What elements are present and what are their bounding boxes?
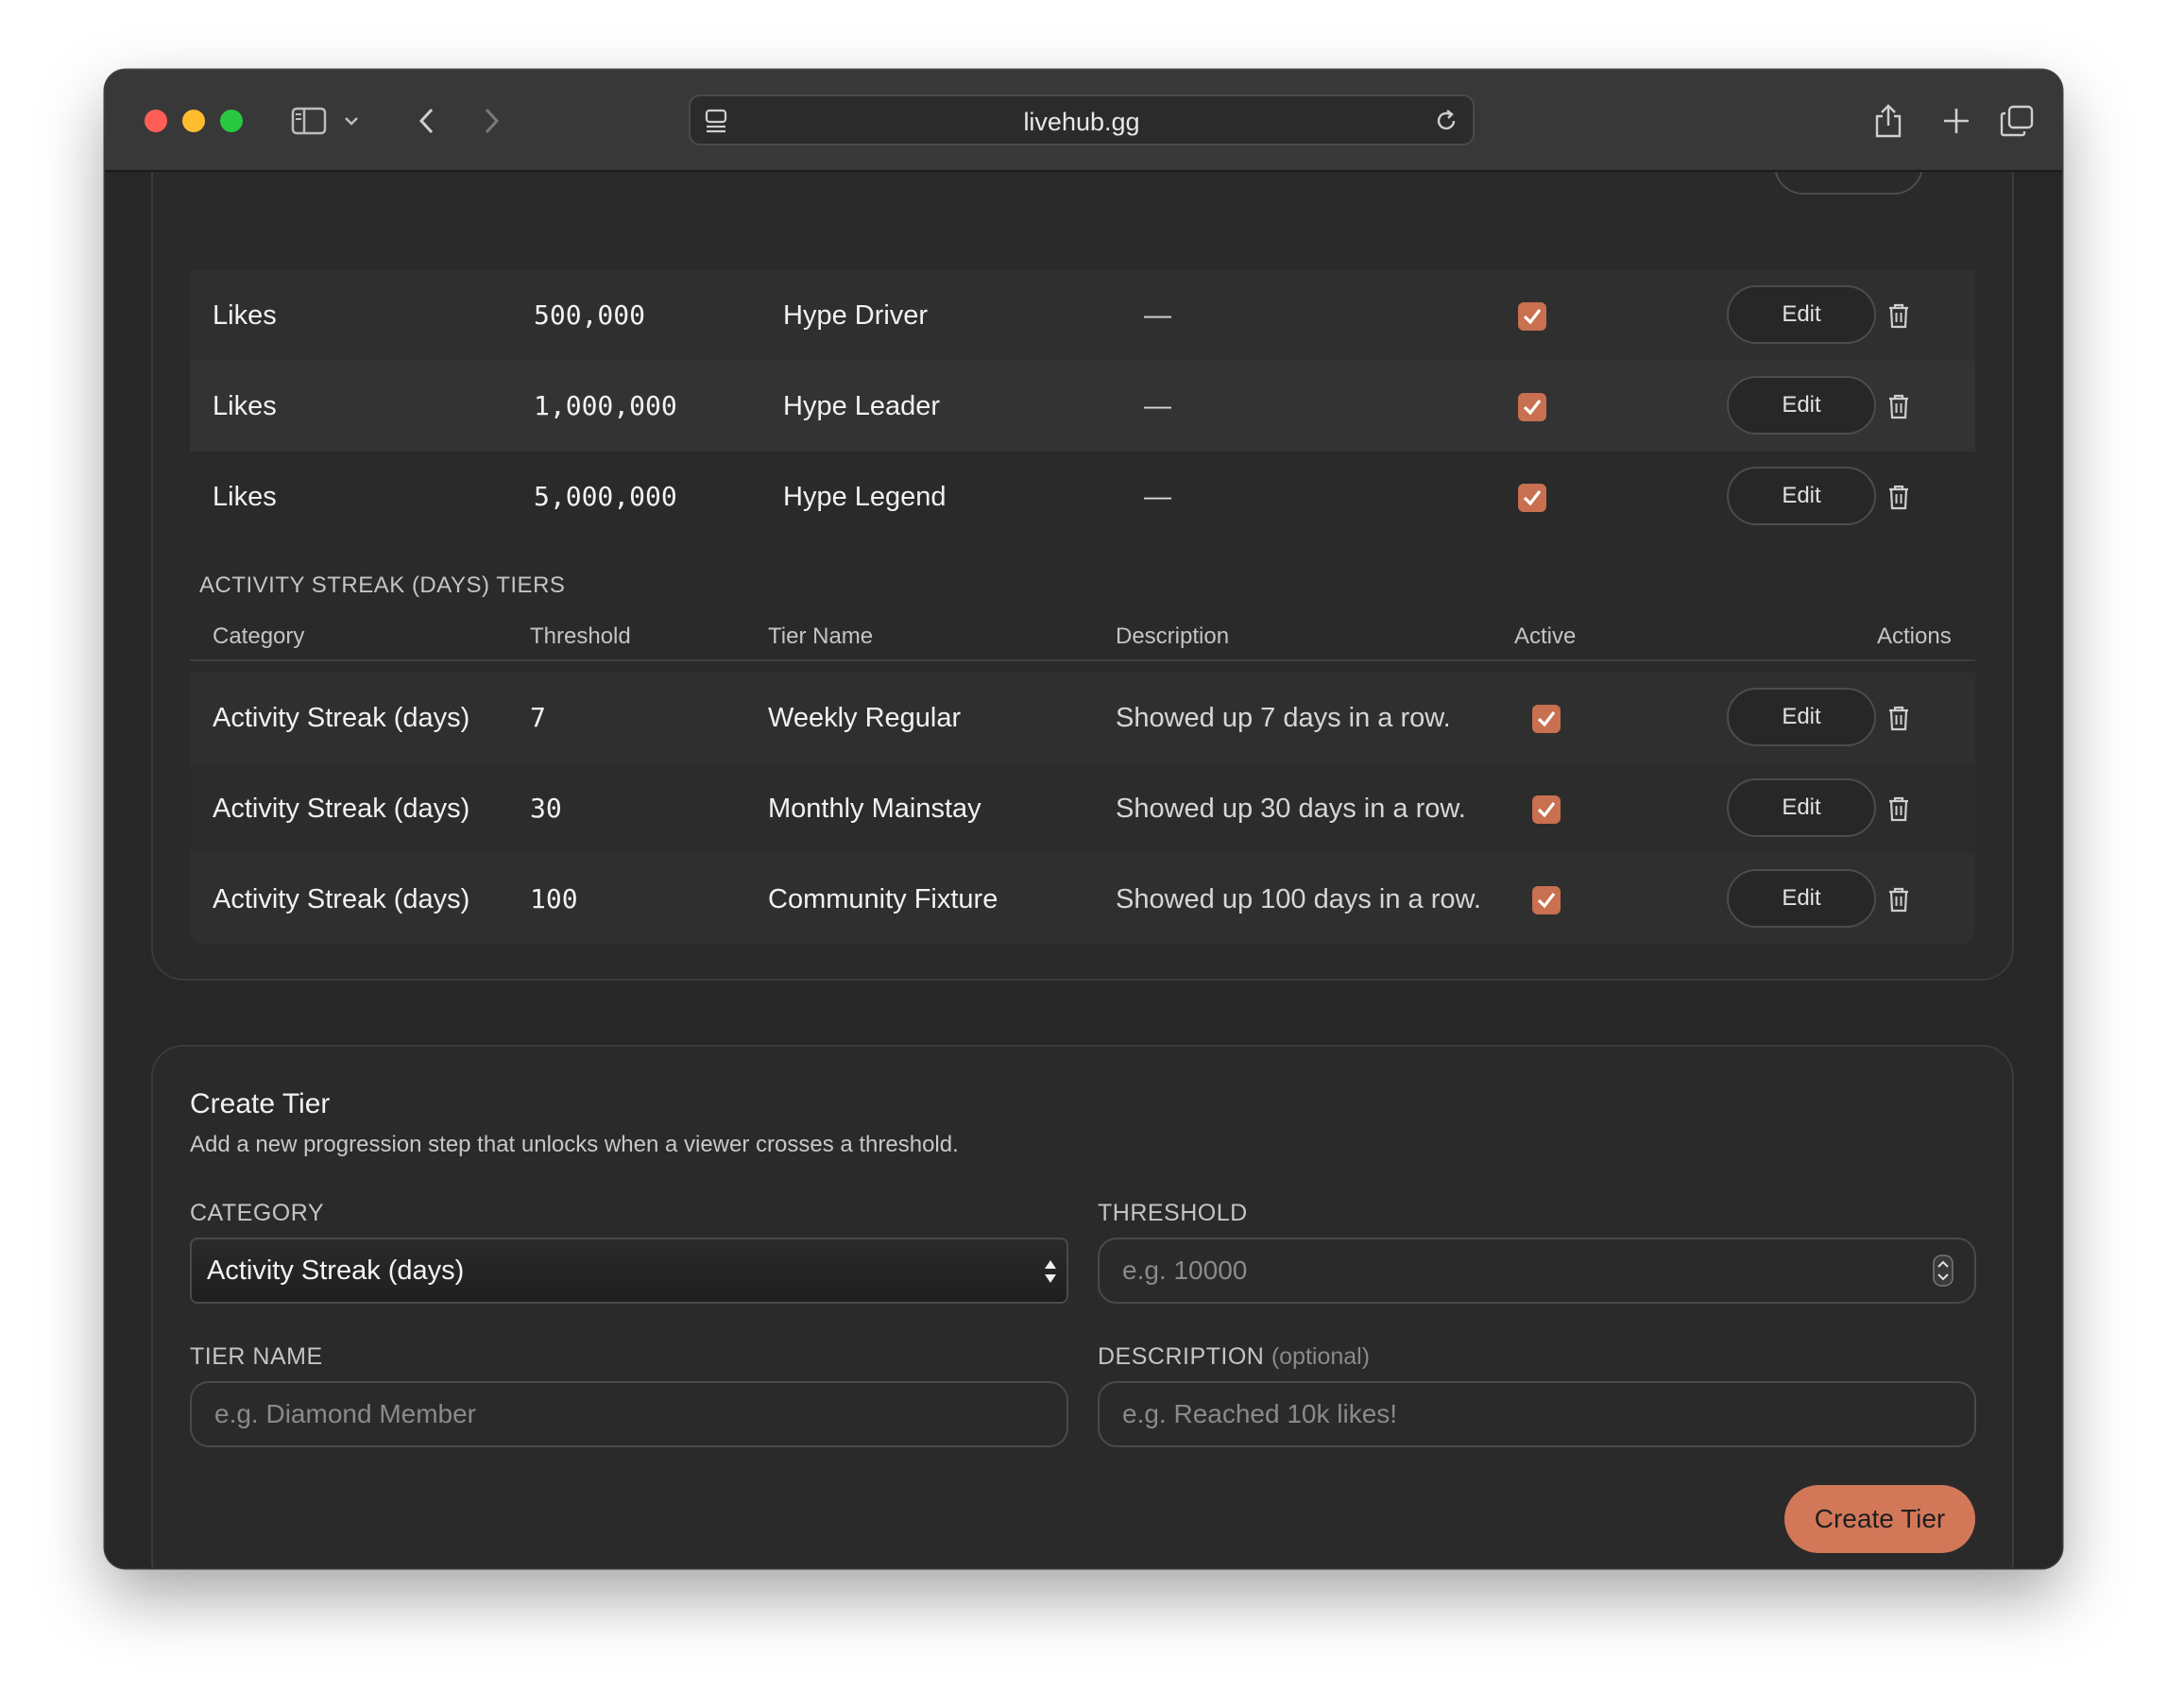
threshold-cell: 30 bbox=[530, 793, 562, 824]
close-window-button[interactable] bbox=[145, 110, 167, 132]
url-text: livehub.gg bbox=[1023, 108, 1140, 136]
tier-name-cell: Hype Driver bbox=[783, 300, 929, 331]
select-arrows-icon bbox=[1044, 1258, 1057, 1290]
trash-icon[interactable] bbox=[1885, 300, 1913, 331]
description-cell: Showed up 7 days in a row. bbox=[1116, 703, 1451, 733]
threshold-cell: 1,000,000 bbox=[534, 390, 677, 421]
active-checkbox[interactable] bbox=[1518, 302, 1546, 331]
trash-icon[interactable] bbox=[1885, 703, 1913, 733]
section-title: ACTIVITY STREAK (DAYS) TIERS bbox=[199, 572, 566, 598]
threshold-cell: 500,000 bbox=[534, 299, 646, 331]
page-content: Likes 500,000 Hype Driver — Edit Likes 1… bbox=[105, 172, 2062, 1568]
threshold-cell: 7 bbox=[530, 702, 546, 733]
header-category: Category bbox=[213, 623, 305, 649]
header-active: Active bbox=[1514, 623, 1577, 649]
tier-name-label: TIER NAME bbox=[190, 1343, 323, 1370]
edit-button[interactable]: Edit bbox=[1727, 869, 1876, 928]
browser-window: livehub.gg Likes 500,000 Hype Driver — E… bbox=[105, 70, 2062, 1568]
description-cell: Showed up 30 days in a row. bbox=[1116, 794, 1466, 824]
tier-name-cell: Hype Leader bbox=[783, 391, 941, 421]
threshold-cell: 5,000,000 bbox=[534, 481, 677, 512]
stepper-icon[interactable] bbox=[1933, 1255, 1954, 1291]
threshold-label: THRESHOLD bbox=[1098, 1200, 1248, 1226]
minimize-window-button[interactable] bbox=[182, 110, 205, 132]
category-select[interactable]: Activity Streak (days) bbox=[190, 1238, 1068, 1304]
trash-icon[interactable] bbox=[1885, 482, 1913, 512]
category-cell: Likes bbox=[213, 300, 277, 331]
table-row: Likes 5,000,000 Hype Legend — Edit bbox=[190, 452, 1975, 542]
browser-toolbar: livehub.gg bbox=[105, 70, 2062, 172]
description-input[interactable]: e.g. Reached 10k likes! bbox=[1098, 1381, 1976, 1447]
description-cell: — bbox=[1144, 391, 1171, 421]
description-label-text: DESCRIPTION bbox=[1098, 1343, 1265, 1370]
tier-name-cell: Weekly Regular bbox=[768, 703, 962, 733]
chevron-down-icon[interactable] bbox=[337, 98, 366, 144]
active-checkbox[interactable] bbox=[1532, 886, 1561, 914]
trash-icon[interactable] bbox=[1885, 391, 1913, 421]
category-select-value: Activity Streak (days) bbox=[207, 1255, 465, 1286]
active-checkbox[interactable] bbox=[1518, 393, 1546, 421]
sidebar-toggle-icon[interactable] bbox=[286, 98, 332, 144]
active-checkbox[interactable] bbox=[1518, 484, 1546, 512]
tab-overview-icon[interactable] bbox=[1994, 98, 2039, 144]
category-cell: Activity Streak (days) bbox=[213, 794, 470, 824]
description-label: DESCRIPTION (optional) bbox=[1098, 1343, 1370, 1371]
category-cell: Likes bbox=[213, 391, 277, 421]
edit-button[interactable]: Edit bbox=[1727, 285, 1876, 344]
trash-icon[interactable] bbox=[1885, 884, 1913, 914]
create-tier-button[interactable]: Create Tier bbox=[1784, 1485, 1975, 1553]
header-threshold: Threshold bbox=[530, 623, 631, 649]
table-row: Activity Streak (days) 7 Weekly Regular … bbox=[190, 673, 1975, 763]
active-checkbox[interactable] bbox=[1532, 705, 1561, 733]
back-icon[interactable] bbox=[403, 98, 449, 144]
new-tab-icon[interactable] bbox=[1934, 98, 1979, 144]
table-row: Activity Streak (days) 30 Monthly Mainst… bbox=[190, 763, 1975, 854]
table-row: Likes 500,000 Hype Driver — Edit bbox=[190, 270, 1975, 361]
zoom-window-button[interactable] bbox=[220, 110, 243, 132]
edit-button[interactable]: Edit bbox=[1727, 688, 1876, 746]
clipped-edit-button[interactable] bbox=[1774, 172, 1923, 195]
forward-icon[interactable] bbox=[469, 98, 515, 144]
category-cell: Activity Streak (days) bbox=[213, 703, 470, 733]
header-actions: Actions bbox=[1877, 623, 1952, 649]
table-header: Category Threshold Tier Name Description… bbox=[190, 606, 1975, 661]
share-icon[interactable] bbox=[1866, 98, 1911, 144]
threshold-placeholder: e.g. 10000 bbox=[1122, 1255, 1248, 1285]
category-cell: Likes bbox=[213, 482, 277, 512]
create-tier-card bbox=[151, 1045, 2014, 1568]
create-tier-subtitle: Add a new progression step that unlocks … bbox=[190, 1132, 959, 1157]
trash-icon[interactable] bbox=[1885, 794, 1913, 824]
tier-name-cell: Community Fixture bbox=[768, 884, 998, 914]
edit-button[interactable]: Edit bbox=[1727, 778, 1876, 837]
reload-icon[interactable] bbox=[1433, 108, 1459, 139]
table-row: Activity Streak (days) 100 Community Fix… bbox=[190, 854, 1975, 945]
tier-name-placeholder: e.g. Diamond Member bbox=[214, 1399, 477, 1428]
tier-name-input[interactable]: e.g. Diamond Member bbox=[190, 1381, 1068, 1447]
threshold-input[interactable]: e.g. 10000 bbox=[1098, 1238, 1976, 1304]
description-cell: — bbox=[1144, 482, 1171, 512]
edit-button[interactable]: Edit bbox=[1727, 467, 1876, 525]
description-placeholder: e.g. Reached 10k likes! bbox=[1122, 1399, 1398, 1428]
description-cell: Showed up 100 days in a row. bbox=[1116, 884, 1481, 914]
create-tier-title: Create Tier bbox=[190, 1088, 331, 1119]
header-description: Description bbox=[1116, 623, 1230, 649]
header-tier-name: Tier Name bbox=[768, 623, 874, 649]
table-row: Likes 1,000,000 Hype Leader — Edit bbox=[190, 361, 1975, 452]
description-cell: — bbox=[1144, 300, 1171, 331]
edit-button[interactable]: Edit bbox=[1727, 376, 1876, 435]
category-label: CATEGORY bbox=[190, 1200, 324, 1226]
tier-name-cell: Monthly Mainstay bbox=[768, 794, 981, 824]
tier-name-cell: Hype Legend bbox=[783, 482, 947, 512]
threshold-cell: 100 bbox=[530, 883, 578, 914]
address-bar[interactable]: livehub.gg bbox=[689, 94, 1475, 145]
category-cell: Activity Streak (days) bbox=[213, 884, 470, 914]
description-optional: (optional) bbox=[1271, 1343, 1371, 1370]
active-checkbox[interactable] bbox=[1532, 795, 1561, 824]
